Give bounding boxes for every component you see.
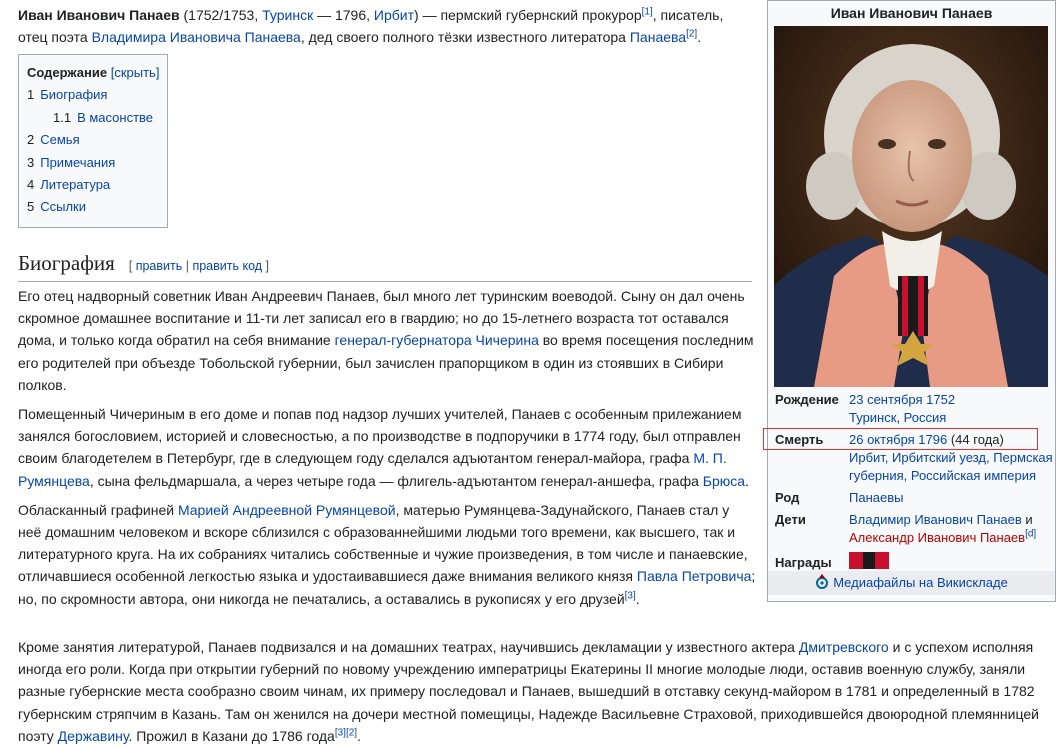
children-label: Дети [775,512,806,527]
grandson-link[interactable]: Панаева [630,29,686,45]
birth-label: Рождение [775,392,839,407]
portrait-illustration [774,26,1048,387]
birth-country-link[interactable]: Россия [904,410,947,425]
article-subject: Иван Иванович Панаев [18,7,180,23]
infobox-fields: Рождение 23 сентября 1752 Туринск, Росси… [768,391,1055,579]
biography-body-wide: Кроме занятия литературой, Панаев подвиз… [18,636,1048,747]
bruce-link[interactable]: Брюса [703,473,745,489]
dmitrevsky-link[interactable]: Дмитревского [799,639,889,655]
paragraph-4: Кроме занятия литературой, Панаев подвиз… [18,639,1039,744]
birth-date-link[interactable]: 23 сентября 1752 [849,392,955,407]
commons-logo-icon [816,574,829,589]
death-value: 26 октября 1796 (44 года) Ирбит, Ирбитск… [849,431,1055,485]
ref-2[interactable]: [2] [686,28,697,39]
chicherin-link[interactable]: генерал-губернатора Чичерина [335,332,539,348]
toc-item-notes[interactable]: 3 Примечания [27,152,159,174]
wikidata-ref[interactable]: [d] [1025,529,1036,540]
table-of-contents: Содержание [скрыть] 1 Биография 1.1 В масо… [18,54,169,228]
infobox: Иван Иванович Панаев Рождение 23 сентябр… [767,0,1056,602]
death-place-link[interactable]: Ирбит [374,7,414,23]
toc-item-family[interactable]: 2 Семья [27,129,159,151]
section-heading-biography: Биография [ править | править код ] [18,250,752,282]
death-place-link-infobox[interactable]: Ирбит, Ирбитский уезд, Пермская губерния… [849,450,1053,483]
biography-body: Его отец надворный советник Иван Андреев… [18,285,756,617]
toc-item-links[interactable]: 5 Ссылки [27,196,159,218]
birth-value: 23 сентября 1752 Туринск, Россия [849,392,956,425]
child-alexander-link[interactable]: Александр Иванович Панаев [849,530,1025,545]
infobox-row-family: Род Панаевы [768,489,1055,507]
paragraph-3: Обласканный графиней Марией Андреевной Р… [18,501,756,607]
commons-link-bar[interactable]: Медиафайлы на Викискладе [768,571,1055,595]
child-vladimir-link[interactable]: Владимир Иванович Панаев [849,512,1022,527]
death-date-link[interactable]: 26 октября 1796 [849,432,947,447]
ref-1[interactable]: [1] [642,6,653,17]
birth-place-link[interactable]: Туринск [262,7,313,23]
death-label: Смерть [775,432,824,447]
intro-paragraph: Иван Иванович Панаев (1752/1753, Туринск… [18,6,724,45]
family-label: Род [775,490,800,505]
derzhavin-link[interactable]: Державину [58,728,129,744]
ref-3[interactable]: [3] [625,590,636,601]
toc-item-biography[interactable]: 1 Биография [27,84,159,106]
toc-item-literature[interactable]: 4 Литература [27,174,159,196]
infobox-row-death: Смерть 26 октября 1796 (44 года) Ирбит, … [768,431,1055,485]
ref-3-2[interactable]: [3][2] [335,727,357,738]
edit-source-link[interactable]: править код [192,259,262,273]
portrait-image[interactable] [774,26,1048,387]
section-title: Биография [18,251,115,275]
infobox-title: Иван Иванович Панаев [830,5,993,21]
toc-item-masonry[interactable]: 1.1 В масонстве [27,107,159,129]
toc-title: Содержание [27,65,108,80]
commons-link[interactable]: Медиафайлы на Викискладе [833,575,1008,590]
paragraph-1: Его отец надворный советник Иван Андреев… [18,288,754,393]
award-ribbon-icon[interactable] [849,552,889,570]
father-link[interactable]: Владимира Ивановича Панаева [92,29,301,45]
section-edit-links: [ править | править код ] [128,259,269,273]
toc-toggle[interactable]: [скрыть] [111,65,160,80]
edit-section-link[interactable]: править [136,259,183,273]
countess-link[interactable]: Марией Андреевной Румянцевой [178,502,396,518]
death-age: (44 года) [947,432,1004,447]
infobox-row-birth: Рождение 23 сентября 1752 Туринск, Росси… [768,391,1055,427]
family-link[interactable]: Панаевы [849,490,903,505]
infobox-birth-place-link[interactable]: Туринск [849,410,896,425]
pavel-link[interactable]: Павла Петровича [637,568,752,584]
infobox-row-children: Дети Владимир Иванович Панаев и Александ… [768,511,1055,547]
paragraph-2: Помещенный Чичериным в его доме и попав … [18,406,749,489]
toc-header: Содержание [скрыть] [27,62,159,84]
